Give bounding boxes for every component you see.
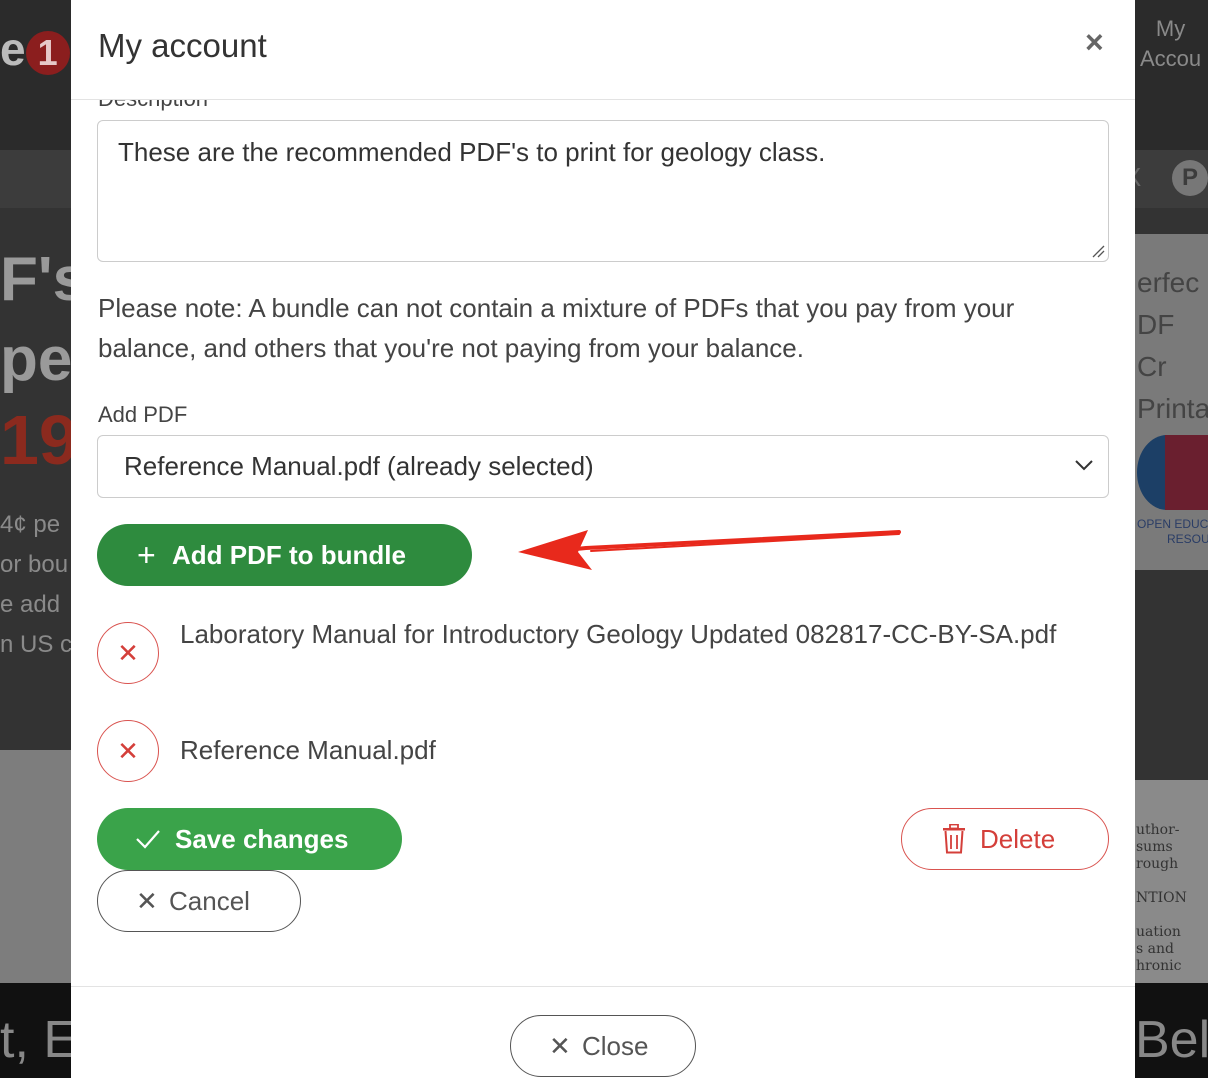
chevron-down-icon xyxy=(1075,460,1093,471)
footer-text-right: Bel xyxy=(1135,1011,1208,1069)
modal-title: My account xyxy=(98,27,267,64)
save-changes-button[interactable]: Save changes xyxy=(97,808,402,870)
annotation-arrow xyxy=(518,530,901,570)
cancel-button[interactable]: ✕ Cancel xyxy=(97,870,301,932)
cancel-label: Cancel xyxy=(169,886,250,916)
list-item: ✕ Reference Manual.pdf xyxy=(97,720,1109,782)
add-pdf-label: Add PDF xyxy=(98,402,188,427)
save-changes-label: Save changes xyxy=(175,824,349,854)
hero-price: 19 xyxy=(0,401,78,479)
trash-icon xyxy=(943,824,965,854)
modal-footer: ✕ Close xyxy=(71,986,1135,1078)
paper-image-text: uthor- sums rough NTION uation s and hro… xyxy=(1136,822,1187,974)
bundle-note: Please note: A bundle can not contain a … xyxy=(98,293,1015,363)
add-pdf-to-bundle-button[interactable]: + Add PDF to bundle xyxy=(97,524,472,586)
close-icon[interactable]: × xyxy=(1085,24,1104,61)
modal-header: My account × xyxy=(71,0,1135,100)
list-item: ✕ Laboratory Manual for Introductory Geo… xyxy=(97,619,1109,702)
paper-image-left xyxy=(0,750,71,983)
remove-pdf-button[interactable]: ✕ xyxy=(97,720,159,782)
add-pdf-select[interactable]: Reference Manual.pdf (already selected) xyxy=(97,435,1109,498)
description-textarea[interactable]: These are the recommended PDF's to print… xyxy=(97,120,1109,262)
resize-grip-icon[interactable] xyxy=(1091,244,1105,258)
pdf-name: Laboratory Manual for Introductory Geolo… xyxy=(180,619,1057,649)
hero-text: 4¢ pe or bou e add n US c xyxy=(0,511,73,658)
description-value: These are the recommended PDF's to print… xyxy=(118,137,826,167)
my-account-link[interactable]: My Accou xyxy=(1140,14,1201,74)
close-label: Close xyxy=(582,1031,649,1061)
add-pdf-selected-value: Reference Manual.pdf (already selected) xyxy=(124,451,594,481)
plus-icon: + xyxy=(137,537,156,573)
my-account-modal: My account × Description These are the r… xyxy=(71,0,1135,1078)
checkmark-icon xyxy=(136,830,160,849)
pinterest-icon[interactable]: P xyxy=(1172,160,1208,196)
close-icon: ✕ xyxy=(136,886,158,916)
delete-button[interactable]: Delete xyxy=(901,808,1109,870)
footer-text-left: t, E xyxy=(0,1011,79,1069)
oer-logo-text: OPEN EDUC RESOU xyxy=(1137,517,1208,546)
pdf-name: Reference Manual.pdf xyxy=(180,735,436,765)
add-pdf-to-bundle-label: Add PDF to bundle xyxy=(172,540,406,570)
close-icon: ✕ xyxy=(549,1031,571,1061)
delete-label: Delete xyxy=(980,824,1056,854)
close-button[interactable]: ✕ Close xyxy=(510,1015,696,1077)
remove-pdf-button[interactable]: ✕ xyxy=(97,622,159,684)
oer-logo xyxy=(1137,435,1208,513)
